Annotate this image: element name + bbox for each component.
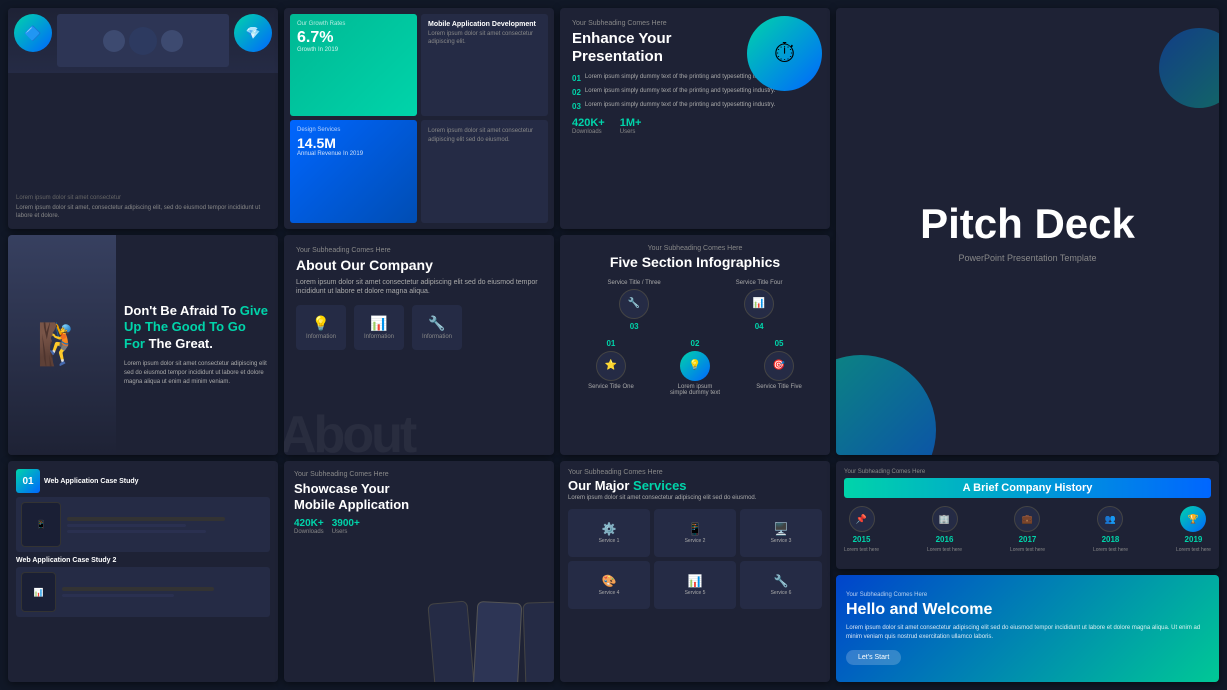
hello-slide: Your Subheading Comes Here Hello and Wel…: [836, 575, 1219, 682]
metric-body: Lorem ipsum dolor sit amet consectetur a…: [421, 120, 548, 222]
service-icon-6: 🔧: [774, 574, 789, 588]
metric-mobile: Mobile Application Development Lorem ips…: [421, 14, 548, 116]
jump-person: 🧗: [8, 235, 116, 456]
service-icon-5: 📊: [688, 574, 703, 588]
services-label: Your Subheading Comes Here: [568, 469, 822, 476]
services-body: Lorem ipsum dolor sit amet consectetur a…: [568, 495, 822, 503]
enhance-title: Enhance Your Presentation: [572, 30, 712, 66]
infographic-slide: Your Subheading Comes Here Five Section …: [560, 235, 830, 456]
case-title-1: Web Application Case Study: [44, 478, 139, 485]
about-slide: Your Subheading Comes Here About Our Com…: [284, 235, 554, 456]
hello-label: Your Subheading Comes Here: [846, 592, 1209, 598]
company-history-slide: Your Subheading Comes Here A Brief Compa…: [836, 461, 1219, 568]
service-item-5: 📊 Service 5: [654, 561, 736, 609]
quote-slide: 🧗 Don't Be Afraid To Give Up The Good To…: [8, 235, 278, 456]
phone-mockups: [431, 602, 554, 682]
about-watermark: About: [284, 405, 414, 455]
infographic-bottom-row: 01 ⭐ Service Title One 02 💡 Lorem ipsum …: [570, 339, 820, 396]
showcase-stats: 420K+ Downloads 3900+ Users: [294, 518, 544, 535]
about-label: Your Subheading Comes Here: [296, 247, 542, 254]
showcase-title: Showcase Your Mobile Application: [294, 481, 424, 512]
right-bottom-panel: Your Subheading Comes Here A Brief Compa…: [836, 461, 1219, 682]
clock-icon: ⏱: [747, 16, 822, 91]
slide-number: 01: [16, 469, 40, 493]
people-group: [57, 14, 229, 67]
showcase-mobile-slide: Your Subheading Comes Here Showcase Your…: [284, 461, 554, 682]
case-screen-1: 📱: [16, 497, 270, 552]
enhance-slide: ⏱ Your Subheading Comes Here Enhance You…: [560, 8, 830, 229]
showcase-label: Your Subheading Comes Here: [294, 471, 544, 478]
service-icon-1: ⚙️: [602, 522, 617, 536]
about-icons: 💡 Information 📊 Information 🔧 Informatio…: [296, 305, 542, 350]
service-item-6: 🔧 Service 6: [740, 561, 822, 609]
ch-title: A Brief Company History: [844, 478, 1211, 498]
services-grid: ⚙️ Service 1 📱 Service 2 🖥️ Service 3 🎨 …: [568, 509, 822, 609]
hello-cta-button[interactable]: Let's Start: [846, 650, 901, 665]
ch-label: Your Subheading Comes Here: [844, 469, 1211, 475]
timeline: 📌 2015 Lorem text here 🏢 2016 Lorem text…: [844, 506, 1211, 554]
services-title: Our Major Services: [568, 478, 822, 493]
service-item-3: 🖥️ Service 3: [740, 509, 822, 557]
circle-icon-2: 💎: [234, 14, 272, 52]
metric-growth: Our Growth Rates 6.7% Growth In 2019: [290, 14, 417, 116]
hello-body: Lorem ipsum dolor sit amet consectetur a…: [846, 624, 1209, 642]
metrics-slide: Our Growth Rates 6.7% Growth In 2019 Mob…: [284, 8, 554, 229]
web-case-study-slide: 01 Web Application Case Study 📱 Web Appl…: [8, 461, 278, 682]
service-icon-2: 📱: [688, 522, 703, 536]
case-title-2: Web Application Case Study 2: [16, 557, 270, 564]
infographic-label: Your Subheading Comes Here: [570, 245, 820, 252]
infographic-title: Five Section Infographics: [570, 254, 820, 270]
service-item-1: ⚙️ Service 1: [568, 509, 650, 557]
circle-icon-1: 🔷: [14, 14, 52, 52]
pitch-circle-deco: [836, 355, 936, 455]
service-icon-4: 🎨: [602, 574, 617, 588]
service-item-4: 🎨 Service 4: [568, 561, 650, 609]
quote-content: Don't Be Afraid To Give Up The Good To G…: [116, 235, 278, 456]
pitch-circle-deco2: [1159, 28, 1219, 108]
case-screen-2: 📊: [16, 567, 270, 617]
metric-design: Design Services 14.5M Annual Revenue In …: [290, 120, 417, 222]
infographic-top-row: Service Title / Three 🔧 03 Service Title…: [570, 280, 820, 331]
hello-title: Hello and Welcome: [846, 601, 1209, 619]
service-icon-3: 🖥️: [774, 522, 789, 536]
pitch-deck-slide: Pitch Deck PowerPoint Presentation Templ…: [836, 8, 1219, 455]
enhance-stats: 420K+ Downloads 1M+ Users: [572, 117, 818, 135]
service-item-2: 📱 Service 2: [654, 509, 736, 557]
services-slide: Your Subheading Comes Here Our Major Ser…: [560, 461, 830, 682]
team-slide: 🔷 💎 Lorem ipsum dolor sit amet consectet…: [8, 8, 278, 229]
about-title: About Our Company: [296, 257, 542, 273]
team-text: Lorem ipsum dolor sit amet consectetur L…: [16, 195, 270, 221]
about-body: Lorem ipsum dolor sit amet consectetur a…: [296, 278, 542, 298]
pitch-title: Pitch Deck: [920, 201, 1135, 247]
pitch-subtitle: PowerPoint Presentation Template: [959, 253, 1097, 263]
